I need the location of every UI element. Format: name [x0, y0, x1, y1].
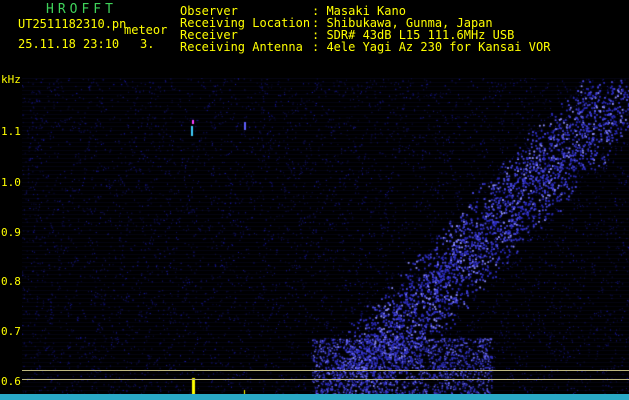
reference-line-upper	[22, 370, 629, 371]
y-unit-label: kHz	[1, 73, 21, 86]
spectrogram-plot	[22, 78, 629, 400]
antenna-value: : 4ele Yagi Az 230 for Kansai VOR	[312, 40, 551, 54]
y-tick-1-1: 1.1	[1, 125, 21, 138]
detection-tag: meteor	[124, 23, 168, 37]
antenna-label: Receiving Antenna	[180, 40, 303, 54]
header-panel: HROFFT UT2511182310.pn meteor 25.11.18 2…	[0, 0, 629, 76]
y-tick-0-6: 0.6	[1, 375, 21, 388]
baseline-noise-bar	[0, 394, 629, 400]
timestamp: 25.11.18 23:10	[18, 37, 120, 51]
y-tick-0-9: 0.9	[1, 226, 21, 239]
event-count: 3.	[140, 37, 155, 51]
app-logo: HROFFT	[46, 2, 117, 17]
spectrogram-canvas	[22, 78, 629, 400]
y-tick-0-8: 0.8	[1, 275, 21, 288]
file-name: UT2511182310.pn	[18, 17, 127, 31]
reference-line-lower	[22, 379, 629, 380]
y-tick-1-0: 1.0	[1, 176, 21, 189]
y-tick-0-7: 0.7	[1, 325, 21, 338]
